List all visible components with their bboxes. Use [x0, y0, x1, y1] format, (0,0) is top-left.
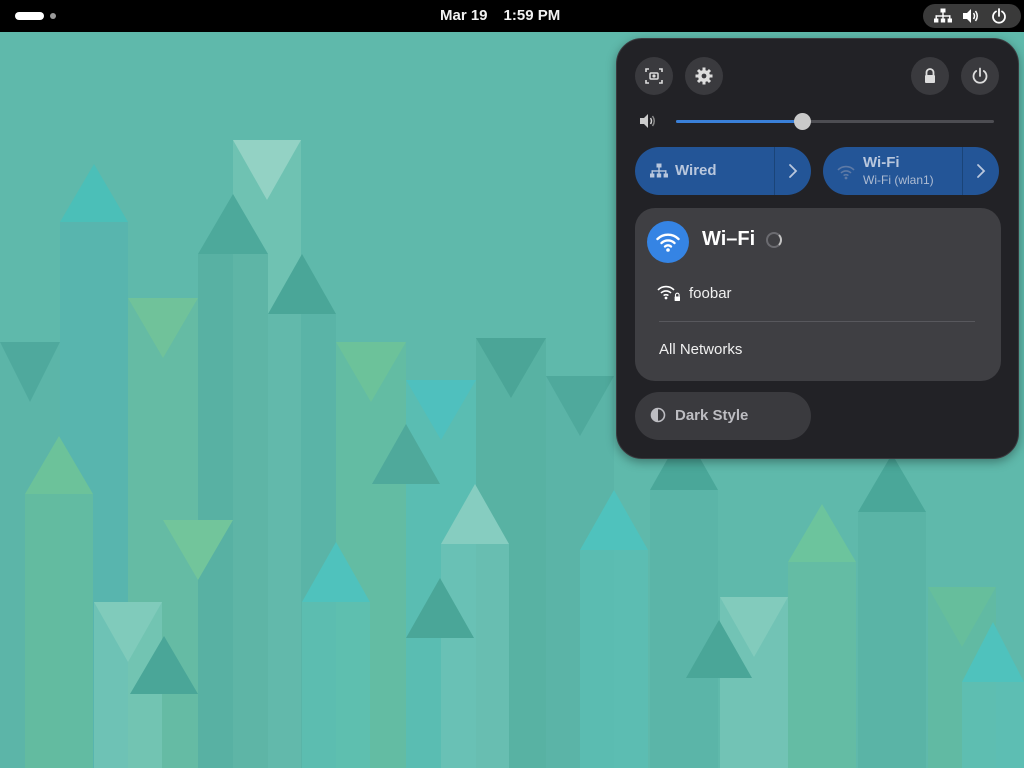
- wifi-icon: [656, 233, 680, 252]
- chevron-right-icon: [977, 164, 986, 178]
- dark-style-toggle[interactable]: Dark Style: [635, 392, 811, 440]
- lock-icon: [925, 68, 935, 83]
- wifi-header-icon-circle: [647, 221, 689, 263]
- activities-workspace-indicator[interactable]: [15, 12, 44, 20]
- wired-toggle[interactable]: Wired: [635, 147, 811, 195]
- screenshot-icon: [645, 68, 663, 84]
- workspace-dot[interactable]: [50, 13, 56, 19]
- wifi-toggle[interactable]: Wi-Fi Wi-Fi (wlan1): [823, 147, 999, 195]
- wired-toggle-main[interactable]: Wired: [635, 147, 774, 195]
- top-bar: Mar 19 1:59 PM: [0, 0, 1024, 32]
- volume-slider-handle[interactable]: [794, 113, 811, 130]
- dark-style-label: Dark Style: [675, 407, 749, 424]
- wifi-submenu-title: Wi–Fi: [702, 228, 756, 250]
- all-networks-item[interactable]: All Networks: [659, 341, 742, 358]
- wifi-secured-icon: [657, 285, 680, 301]
- wifi-toggle-label: Wi-Fi: [863, 154, 900, 171]
- volume-slider-fill: [676, 120, 803, 123]
- wifi-toggle-subtitle: Wi-Fi (wlan1): [863, 173, 934, 187]
- dark-style-icon: [650, 407, 666, 423]
- chevron-right-icon: [789, 164, 798, 178]
- wired-menu-arrow[interactable]: [775, 147, 811, 195]
- wifi-icon: [837, 165, 855, 180]
- lock-button[interactable]: [911, 57, 949, 95]
- settings-button[interactable]: [685, 57, 723, 95]
- wifi-toggle-main[interactable]: Wi-Fi Wi-Fi (wlan1): [823, 147, 962, 195]
- clock-date: Mar 19: [440, 7, 488, 24]
- power-off-button[interactable]: [961, 57, 999, 95]
- wired-network-icon: [650, 163, 668, 178]
- wifi-submenu: Wi–Fi foobar All Networks: [635, 208, 1001, 381]
- wired-network-icon: [934, 8, 952, 23]
- volume-icon: [963, 9, 978, 23]
- loading-spinner-icon: [766, 232, 782, 248]
- power-icon: [992, 8, 1006, 24]
- quick-settings-menu: Wired Wi-Fi Wi-Fi (wlan1) Wi–Fi foobar A…: [616, 38, 1019, 459]
- network-name: foobar: [689, 285, 732, 302]
- wired-toggle-label: Wired: [675, 162, 717, 179]
- system-status-area[interactable]: [923, 4, 1021, 28]
- menu-separator: [659, 321, 975, 322]
- network-item-foobar[interactable]: foobar: [657, 280, 973, 308]
- volume-icon[interactable]: [639, 113, 657, 129]
- clock-time: 1:59 PM: [503, 7, 561, 24]
- volume-slider[interactable]: [676, 113, 994, 130]
- clock[interactable]: Mar 19 1:59 PM: [440, 0, 560, 32]
- power-icon: [972, 67, 988, 84]
- screenshot-button[interactable]: [635, 57, 673, 95]
- settings-icon: [695, 67, 713, 85]
- wifi-menu-arrow[interactable]: [963, 147, 999, 195]
